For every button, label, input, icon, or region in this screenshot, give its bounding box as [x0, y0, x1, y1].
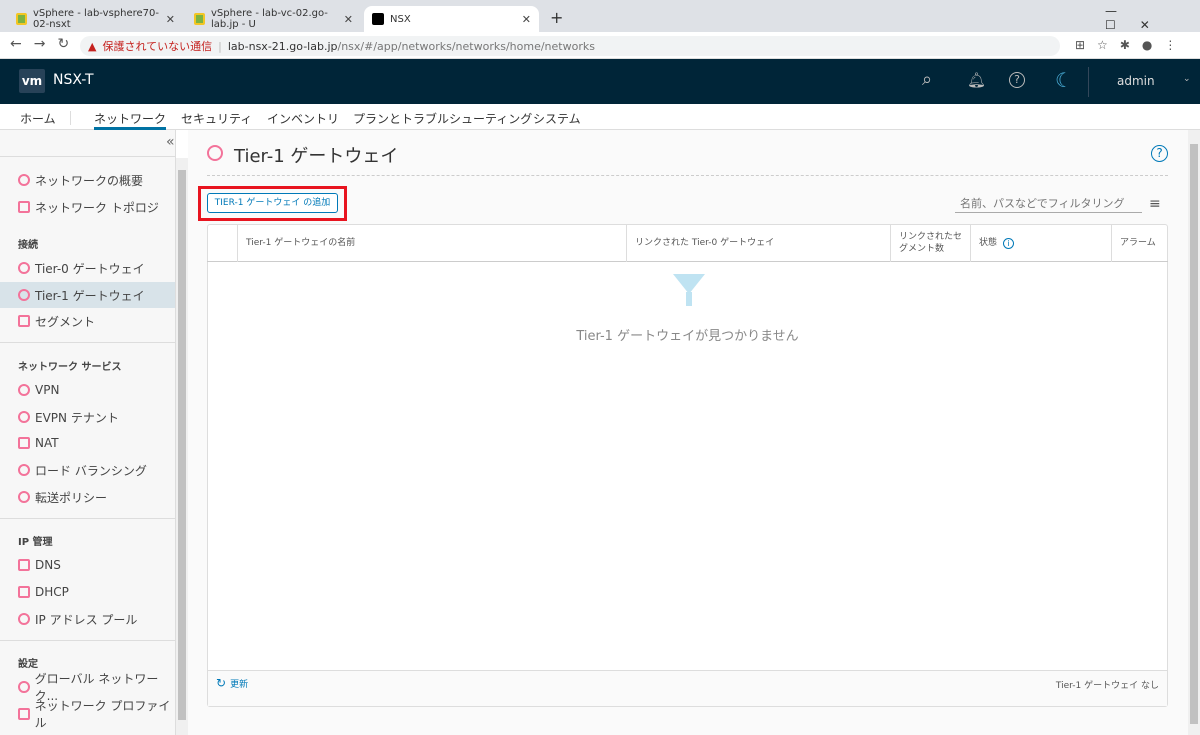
forwarding-icon — [18, 491, 30, 503]
window-controls[interactable]: —☐✕ — [1105, 4, 1200, 32]
close-tab-icon[interactable]: ✕ — [522, 13, 531, 26]
column-header-linked-tier0[interactable]: リンクされた Tier-0 ゲートウェイ — [626, 224, 890, 262]
browser-tab-bar: vSphere - lab-vsphere70-02-nsxt ✕ vSphere… — [0, 0, 1200, 32]
filter-icon[interactable]: ≡ — [1149, 196, 1161, 212]
nav-inventory[interactable]: インベントリ — [267, 110, 339, 130]
sidebar-item-vpn[interactable]: VPN — [0, 377, 175, 403]
sidebar-item-network-profiles[interactable]: ネットワーク プロファイル — [0, 699, 175, 730]
browser-tab[interactable]: vSphere - lab-vc-02.go-lab.jp - U ✕ — [186, 6, 361, 32]
sidebar-item-dhcp[interactable]: DHCP — [0, 579, 175, 605]
main-scrollbar[interactable] — [1188, 130, 1200, 735]
browser-toolbar-icons[interactable]: ⊞☆✱●⋮ — [1075, 38, 1188, 52]
sidebar-item-tier0[interactable]: Tier-0 ゲートウェイ — [0, 255, 175, 281]
add-tier1-gateway-button[interactable]: TIER-1 ゲートウェイ の追加 — [207, 193, 338, 213]
section-connectivity: 接続 — [18, 240, 38, 251]
sidebar-item-dns[interactable]: DNS — [0, 552, 175, 578]
vpn-icon — [18, 384, 30, 396]
nav-plan-troubleshoot[interactable]: プランとトラブルシューティング — [353, 110, 532, 130]
bell-icon[interactable]: 🔔︎ — [967, 71, 986, 89]
moon-icon[interactable]: ☾ — [1055, 68, 1073, 92]
segment-icon — [18, 315, 30, 327]
sidebar-item-tier1[interactable]: Tier-1 ゲートウェイ — [0, 282, 175, 308]
global-network-icon — [18, 681, 30, 693]
sidebar-item-evpn[interactable]: EVPN テナント — [0, 404, 175, 430]
dhcp-icon — [18, 586, 30, 598]
info-icon[interactable]: i — [1003, 237, 1015, 249]
user-menu[interactable]: admin — [1117, 74, 1155, 88]
vmware-logo: vm — [19, 69, 45, 93]
section-settings: 設定 — [18, 659, 38, 670]
help-icon[interactable]: ? — [1009, 72, 1025, 88]
column-header-name[interactable]: Tier-1 ゲートウェイの名前 — [237, 224, 626, 262]
nav-home[interactable]: ホーム — [20, 110, 56, 130]
refresh-button[interactable]: ↻ 更新 — [216, 676, 248, 690]
new-tab-button[interactable]: + — [550, 8, 563, 27]
vsphere-favicon-icon — [194, 13, 206, 25]
nav-buttons[interactable]: ←→↻ — [10, 36, 81, 52]
nav-security[interactable]: セキュリティ — [181, 110, 252, 130]
column-header-alarms[interactable]: アラーム — [1111, 224, 1167, 262]
url-field[interactable]: ▲ 保護されていない通信 | lab-nsx-21.go-lab.jp/nsx/… — [80, 36, 1060, 56]
sidebar-item-nat[interactable]: NAT — [0, 430, 175, 456]
sidebar-item-ip-pools[interactable]: IP アドレス プール — [0, 606, 175, 632]
sidebar-scrollbar[interactable] — [176, 158, 188, 735]
nav-system[interactable]: システム — [533, 110, 581, 130]
dns-icon — [18, 559, 30, 571]
help-icon[interactable]: ? — [1151, 145, 1168, 162]
warning-icon: ▲ — [88, 39, 97, 53]
evpn-icon — [18, 411, 30, 423]
sidebar-item-segments[interactable]: セグメント — [0, 308, 175, 334]
load-balancer-icon — [18, 464, 30, 476]
filter-input[interactable] — [955, 194, 1142, 213]
chevron-down-icon[interactable]: ⌄ — [1183, 74, 1191, 84]
item-count: Tier-1 ゲートウェイ なし — [1055, 681, 1159, 691]
section-ip-management: IP 管理 — [18, 537, 53, 548]
ip-pool-icon — [18, 613, 30, 625]
nat-icon — [18, 437, 30, 449]
nsx-favicon-icon — [372, 13, 384, 25]
close-tab-icon[interactable]: ✕ — [166, 13, 175, 26]
sidebar-item-forwarding-policy[interactable]: 転送ポリシー — [0, 484, 175, 510]
address-bar-row: ←→↻ ▲ 保護されていない通信 | lab-nsx-21.go-lab.jp/… — [0, 32, 1200, 59]
sidebar: « ネットワークの概要 ネットワーク トポロジ 接続 Tier-0 ゲートウェイ… — [0, 130, 176, 735]
product-name: NSX-T — [53, 72, 94, 88]
profile-icon — [18, 708, 30, 720]
search-icon[interactable]: ⌕ — [922, 69, 932, 90]
topology-icon — [18, 201, 30, 213]
sidebar-item-load-balancing[interactable]: ロード バランシング — [0, 457, 175, 483]
column-header-segments[interactable]: リンクされたセグメント数 — [890, 224, 970, 262]
gateway-icon — [207, 145, 223, 161]
main-nav: ホーム ネットワーク セキュリティ インベントリ プランとトラブルシューティング… — [0, 104, 1200, 130]
gateway-icon — [18, 262, 30, 274]
section-network-services: ネットワーク サービス — [18, 362, 122, 373]
sidebar-item-network-topology[interactable]: ネットワーク トポロジ — [0, 194, 175, 220]
vsphere-favicon-icon — [16, 13, 27, 25]
nav-networking[interactable]: ネットワーク — [94, 110, 167, 130]
collapse-sidebar-button[interactable]: « — [166, 134, 175, 150]
browser-tab[interactable]: vSphere - lab-vsphere70-02-nsxt ✕ — [8, 6, 183, 32]
column-header-status[interactable]: 状態 i — [970, 224, 1111, 262]
browser-tab-active[interactable]: NSX ✕ — [364, 6, 539, 32]
close-tab-icon[interactable]: ✕ — [344, 13, 353, 26]
empty-filter-icon — [673, 274, 705, 294]
empty-message: Tier-1 ゲートウェイが見つかりません — [576, 329, 799, 344]
page-title: Tier-1 ゲートウェイ — [234, 146, 399, 167]
dashboard-icon — [18, 174, 30, 186]
sidebar-item-network-overview[interactable]: ネットワークの概要 — [0, 167, 175, 193]
refresh-icon: ↻ — [216, 676, 227, 690]
gateway-icon — [18, 289, 30, 301]
app-header: vm NSX-T ⌕ 🔔︎ ? ☾ admin ⌄ — [0, 59, 1200, 104]
